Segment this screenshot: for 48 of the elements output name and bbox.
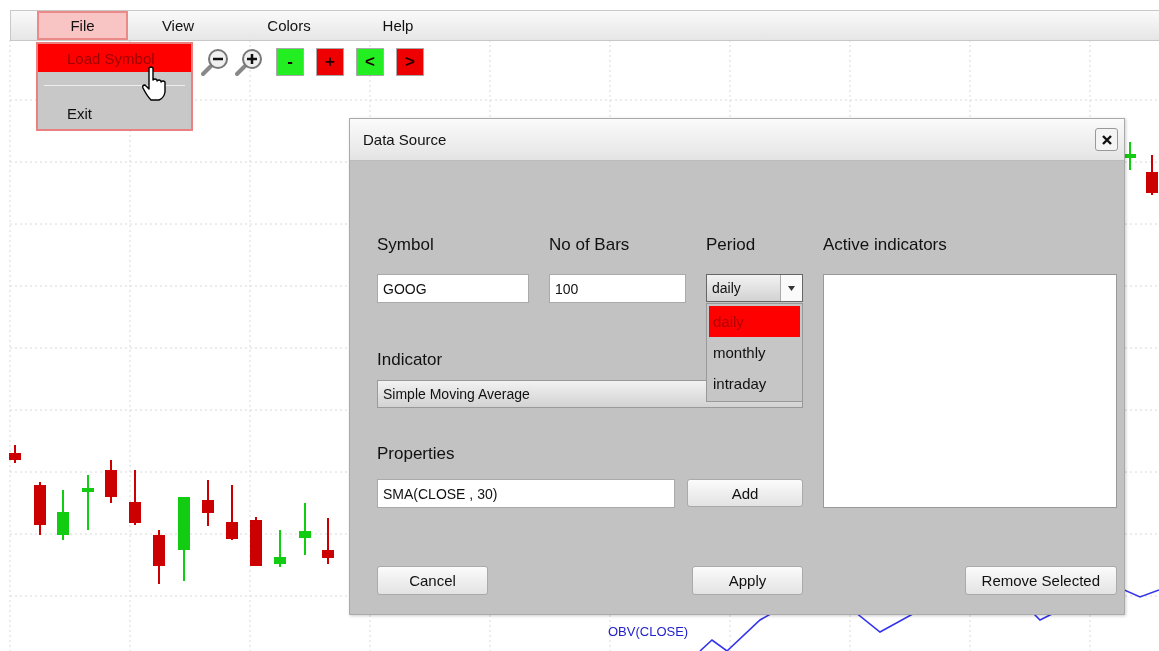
candlestick bbox=[274, 529, 286, 568]
menu-item[interactable]: Exit bbox=[38, 99, 191, 127]
caret-icon bbox=[788, 285, 795, 291]
menu-item[interactable]: Colors bbox=[228, 11, 350, 40]
toolbar-button[interactable]: + bbox=[316, 48, 344, 76]
field-label: No of Bars bbox=[549, 234, 631, 256]
zoom-out-icon[interactable] bbox=[200, 47, 230, 77]
add-button[interactable]: Add bbox=[687, 479, 803, 507]
indicator-label: OBV(CLOSE) bbox=[608, 624, 689, 639]
dropdown-value: daily bbox=[712, 280, 741, 296]
remove-selected-button[interactable]: Remove Selected bbox=[964, 566, 1117, 595]
candlestick bbox=[9, 444, 21, 464]
candlestick bbox=[82, 474, 94, 531]
candlestick bbox=[226, 484, 238, 541]
toolbar-button[interactable]: < bbox=[356, 48, 384, 76]
symbol-field[interactable]: GOOG bbox=[377, 274, 529, 303]
menu-item[interactable]: View bbox=[128, 11, 228, 40]
candlestick bbox=[129, 469, 141, 526]
field-label: Properties bbox=[377, 443, 456, 465]
dropdown-option[interactable]: monthly bbox=[709, 337, 800, 368]
candlestick bbox=[322, 517, 334, 565]
field-label: Indicator bbox=[377, 349, 444, 371]
field-label: Symbol bbox=[377, 234, 435, 256]
apply-button[interactable]: Apply bbox=[692, 566, 803, 595]
field-label: Active indicators bbox=[823, 234, 948, 256]
toolbar-button[interactable]: > bbox=[396, 48, 424, 76]
candlestick bbox=[34, 481, 46, 536]
close-icon bbox=[1101, 134, 1112, 145]
close-button[interactable] bbox=[1095, 128, 1118, 151]
candlestick bbox=[299, 502, 311, 556]
candlestick bbox=[202, 479, 214, 527]
zoom-in-icon[interactable] bbox=[234, 47, 264, 77]
candlestick bbox=[57, 489, 69, 541]
candlestick bbox=[250, 516, 262, 567]
candlestick bbox=[1124, 141, 1136, 171]
hand-cursor-icon bbox=[141, 66, 167, 102]
bars-field[interactable]: 100 bbox=[549, 274, 686, 303]
properties-field[interactable]: SMA(CLOSE , 30) bbox=[377, 479, 675, 508]
candlestick bbox=[1146, 154, 1158, 196]
cancel-button[interactable]: Cancel bbox=[377, 566, 488, 595]
candlestick bbox=[105, 459, 117, 504]
menu-item[interactable]: Help bbox=[350, 11, 446, 40]
field-label: Period bbox=[706, 234, 757, 256]
toolbar-button[interactable]: - bbox=[276, 48, 304, 76]
dialog-title: Data Source bbox=[363, 131, 447, 148]
candlestick bbox=[153, 529, 165, 585]
period-dropdown[interactable]: daily bbox=[706, 274, 803, 302]
menu-item[interactable]: File bbox=[37, 11, 128, 40]
